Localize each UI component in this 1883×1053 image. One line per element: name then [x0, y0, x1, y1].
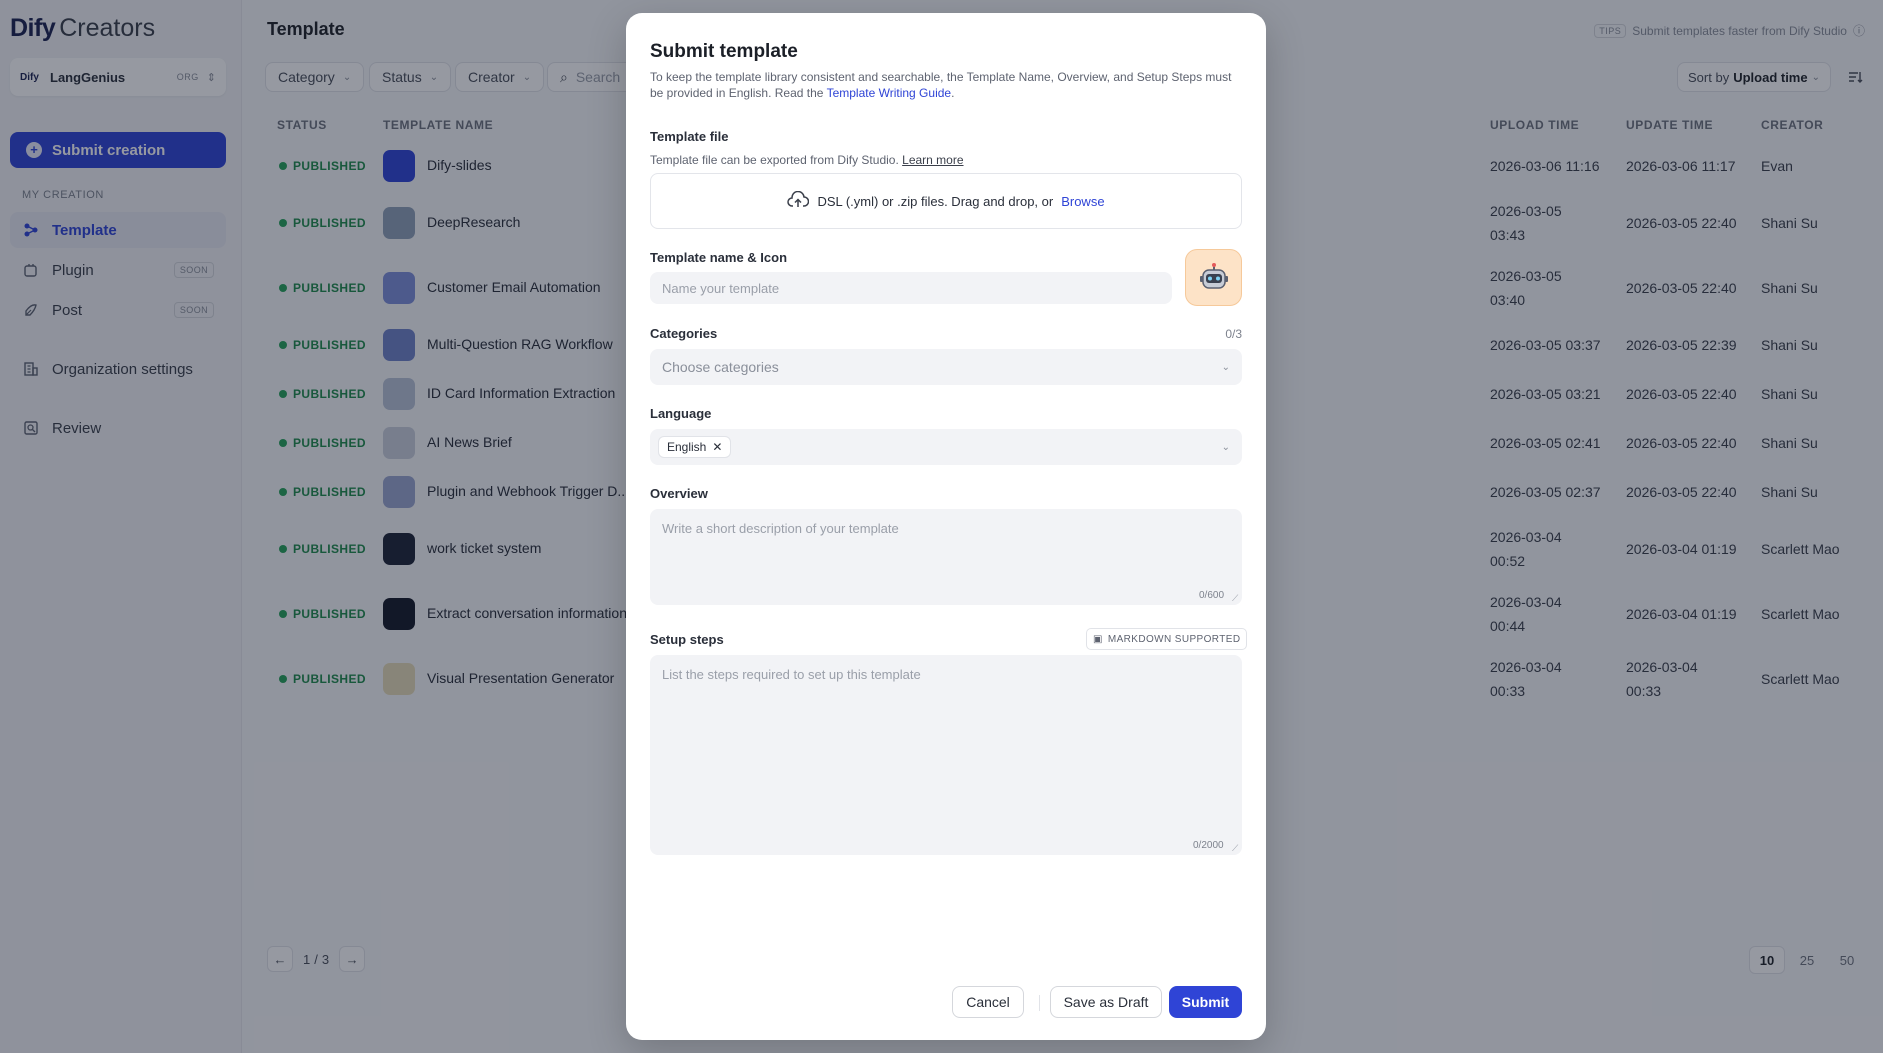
resize-handle-icon[interactable]: ⟋ — [1232, 843, 1238, 854]
language-chip-label: English — [667, 440, 707, 454]
overview-count: 0/600 — [1199, 590, 1225, 601]
browse-link[interactable]: Browse — [1061, 194, 1104, 209]
template-icon-picker[interactable] — [1185, 249, 1242, 306]
categories-placeholder: Choose categories — [662, 359, 779, 375]
chevron-down-icon: ⌄ — [1221, 361, 1230, 373]
template-name-input[interactable]: Name your template — [650, 272, 1172, 304]
language-chip: English ✕ — [658, 436, 732, 458]
language-label: Language — [650, 406, 712, 421]
overview-label: Overview — [650, 486, 708, 501]
template-file-hint-text: Template file can be exported from Dify … — [650, 153, 899, 167]
submit-button[interactable]: Submit — [1169, 986, 1242, 1018]
dialog-description-end: . — [951, 86, 955, 100]
resize-handle-icon[interactable]: ⟋ — [1232, 593, 1238, 604]
learn-more-link[interactable]: Learn more — [902, 153, 963, 167]
cloud-upload-icon — [787, 190, 810, 212]
template-name-placeholder: Name your template — [662, 280, 780, 296]
setup-steps-placeholder: List the steps required to set up this t… — [662, 667, 921, 682]
close-icon[interactable]: ✕ — [712, 440, 722, 454]
cancel-button[interactable]: Cancel — [952, 986, 1024, 1018]
categories-select[interactable]: Choose categories ⌄ — [650, 349, 1242, 385]
categories-count: 0/3 — [1225, 327, 1242, 341]
footer-divider — [1039, 995, 1040, 1011]
dropzone-text: DSL (.yml) or .zip files. Drag and drop,… — [817, 193, 1054, 209]
markdown-icon: ▣ — [1093, 633, 1103, 645]
save-draft-button[interactable]: Save as Draft — [1050, 986, 1162, 1018]
dialog-title: Submit template — [650, 41, 798, 62]
template-name-label: Template name & Icon — [650, 250, 788, 265]
setup-steps-count: 0/2000 — [1193, 840, 1224, 851]
categories-label: Categories — [650, 326, 718, 341]
overview-textarea[interactable]: Write a short description of your templa… — [650, 509, 1242, 605]
submit-template-dialog: Submit template To keep the template lib… — [626, 13, 1266, 1040]
language-select[interactable]: English ✕ ⌄ — [650, 429, 1242, 465]
overview-placeholder: Write a short description of your templa… — [662, 521, 899, 536]
setup-steps-label: Setup steps — [650, 632, 724, 647]
file-dropzone[interactable]: DSL (.yml) or .zip files. Drag and drop,… — [650, 173, 1242, 229]
markdown-supported-label: MARKDOWN SUPPORTED — [1107, 633, 1241, 645]
setup-steps-textarea[interactable]: List the steps required to set up this t… — [650, 655, 1242, 855]
robot-icon — [1199, 262, 1228, 289]
template-file-hint: Template file can be exported from Dify … — [650, 153, 964, 167]
dialog-description: To keep the template library consistent … — [650, 69, 1242, 101]
template-file-label: Template file — [650, 129, 729, 144]
template-writing-guide-link[interactable]: Template Writing Guide — [827, 86, 952, 100]
markdown-supported-badge: ▣ MARKDOWN SUPPORTED — [1086, 628, 1248, 650]
chevron-down-icon: ⌄ — [1221, 441, 1230, 453]
